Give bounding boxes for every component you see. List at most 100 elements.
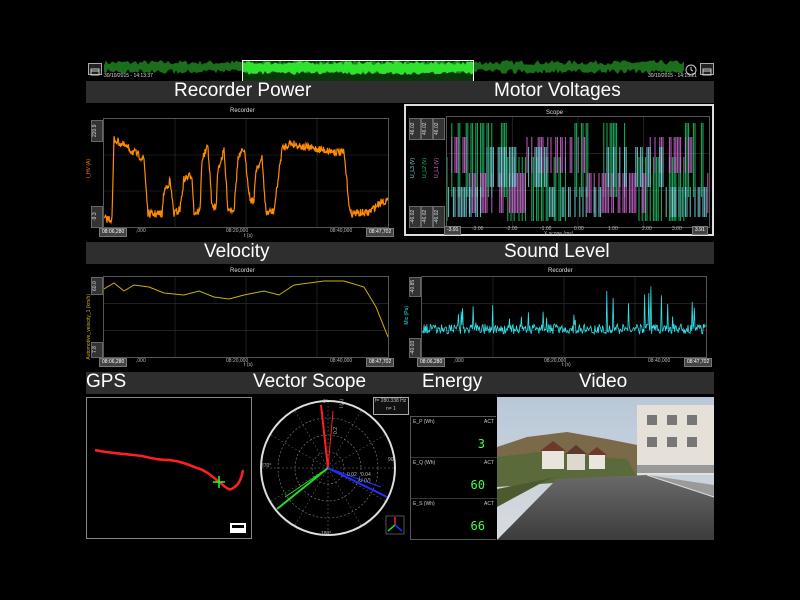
harmonic-label: n= 1 — [386, 406, 396, 412]
x-tick: 08:40,000 — [330, 358, 353, 364]
x-end-label: 08:47,702 — [684, 358, 713, 367]
overview-bar[interactable]: 30/10/2015 - 14:13:37 30/10/2015 - 14:15… — [86, 60, 714, 82]
gps-track-map — [94, 448, 245, 491]
sound-level-title: Sound Level — [504, 241, 610, 262]
sound-level-panel: Recorder -40.85 Mic (Pa) -40.03 08:06,28… — [404, 266, 714, 368]
x-tick: ,000 — [136, 228, 146, 234]
x-tick: 3.00 — [672, 226, 682, 232]
x-end-label: 08:47,702 — [366, 358, 395, 367]
plot-title: Recorder — [230, 268, 255, 274]
gps-panel[interactable] — [86, 397, 252, 539]
angle-0-label: 0° — [323, 399, 328, 405]
plot-title: Recorder — [230, 108, 255, 114]
vector-i-l2 — [284, 467, 329, 498]
calendar-icon — [702, 68, 712, 76]
x-tick: ,000 — [454, 358, 464, 364]
y-min-label: -9.3 — [91, 206, 103, 228]
x-tick: 0.00 — [574, 226, 584, 232]
x-end-label: 3.91 — [692, 226, 708, 235]
x-axis-label: X scope (ms) — [544, 231, 574, 237]
energy-label: E_S (Wh) — [413, 501, 435, 507]
header-row-3: GPS Vector Scope Energy Video — [86, 371, 714, 394]
x-tick: 2.00 — [642, 226, 652, 232]
scale-002-label: 0.02 — [347, 472, 357, 478]
energy-row-eq: E_Q (Wh) ACT 60 — [411, 458, 497, 499]
calendar-end-button[interactable] — [700, 63, 714, 76]
y-max-label: -40.85 — [409, 277, 421, 297]
video-title: Video — [579, 371, 628, 392]
x-tick: 1.00 — [608, 226, 618, 232]
vector-u-l2 — [276, 467, 329, 510]
vector-u-l3 — [327, 467, 388, 498]
y-max-label: 46.02 — [409, 118, 421, 140]
vector-u-l1 — [320, 404, 329, 469]
series-label-u-l3: U_L3 (V) — [410, 158, 416, 179]
vector-scope-panel[interactable]: 270° 90° 180° 0° I (A) 0.2 U (V) 0.04 0.… — [255, 397, 409, 539]
calendar-icon — [90, 68, 100, 76]
sound-level-plot-area[interactable] — [421, 276, 707, 358]
angle-180-label: 180° — [321, 531, 332, 537]
vector-scope-title: Vector Scope — [253, 371, 367, 392]
energy-value: 66 — [470, 519, 485, 533]
phase-legend-icon — [385, 515, 405, 535]
y-min-label: -46.02 — [421, 206, 433, 228]
x-tick: ,000 — [136, 358, 146, 364]
plot-title: Recorder — [548, 268, 573, 274]
y-min-label: -46.02 — [433, 206, 445, 228]
x-start-label: -3.91 — [444, 226, 462, 235]
angle-90-label: 90° — [388, 457, 396, 463]
i-axis-label: I (A) — [339, 399, 345, 409]
series-label-u-l1: U_L1 (V) — [434, 158, 440, 179]
x-axis-label: t (s) — [562, 362, 571, 368]
velocity-plot-area[interactable] — [103, 276, 389, 358]
energy-title: Energy — [422, 371, 483, 392]
motor-voltages-panel: Scope 46.02 46.02 46.02 U_L3 (V) U_L2 (V… — [404, 104, 714, 237]
scale-02-label: 0.2 — [333, 427, 339, 434]
velocity-title: Velocity — [204, 241, 270, 262]
x-tick: -2.00 — [506, 226, 518, 232]
x-axis-label: t (s) — [244, 362, 253, 368]
overview-selection-window[interactable] — [242, 60, 474, 82]
x-tick: -3.00 — [472, 226, 484, 232]
calendar-start-button[interactable] — [88, 63, 102, 76]
gps-title: GPS — [86, 371, 127, 392]
y-max-label: 60.0 — [91, 277, 103, 295]
x-start-label: 08:06,280 — [417, 358, 446, 367]
recorder-power-plot-area[interactable] — [103, 118, 389, 228]
scale-004-label: 0.04 — [361, 472, 371, 478]
x-tick: 08:40,000 — [330, 228, 353, 234]
y-max-label: 220.9 — [91, 120, 103, 142]
header-row-1: Recorder Power Motor Voltages — [86, 80, 714, 103]
y-max-label: 46.02 — [433, 118, 445, 140]
y-axis-label: I_HV (A) — [86, 159, 92, 179]
energy-panel: E_P (Wh) ACT 3 E_Q (Wh) ACT 60 E_S (Wh) … — [410, 416, 497, 540]
energy-label: E_P (Wh) — [413, 419, 435, 425]
energy-act: ACT — [484, 419, 494, 425]
gps-track — [94, 448, 245, 491]
x-start-label: 08:06,280 — [99, 358, 128, 367]
velocity-panel: Recorder 60.0 Automotive_velocity_1 (km/… — [86, 266, 396, 368]
angle-270-label: 270° — [261, 463, 272, 469]
energy-row-ep: E_P (Wh) ACT 3 — [411, 417, 497, 458]
map-scale-icon[interactable] — [229, 522, 247, 534]
vector-i-l1 — [327, 410, 334, 469]
freq-info-box: f= 280.338 Hz n= 1 — [373, 397, 409, 415]
video-frame — [497, 397, 714, 540]
energy-row-es: E_S (Wh) ACT 66 — [411, 499, 497, 539]
energy-label: E_Q (Wh) — [413, 460, 436, 466]
clock-icon[interactable] — [685, 64, 697, 76]
video-panel[interactable] — [497, 397, 714, 540]
motor-voltages-title: Motor Voltages — [494, 80, 621, 101]
energy-act: ACT — [484, 501, 494, 507]
motor-voltages-plot-area[interactable] — [446, 116, 710, 228]
x-end-label: 08:47,702 — [366, 228, 395, 237]
recorder-power-title: Recorder Power — [174, 80, 312, 101]
recorder-power-panel: Recorder 220.9 -9.3 I_HV (A) 08:06,280 ,… — [86, 104, 396, 239]
energy-value: 3 — [477, 437, 485, 451]
y-min-label: -46.02 — [409, 206, 421, 228]
energy-value: 60 — [470, 478, 485, 492]
energy-act: ACT — [484, 460, 494, 466]
header-row-2: Velocity Sound Level — [86, 241, 714, 264]
x-axis-label: t (s) — [244, 233, 253, 239]
x-start-label: 08:06,280 — [99, 228, 128, 237]
